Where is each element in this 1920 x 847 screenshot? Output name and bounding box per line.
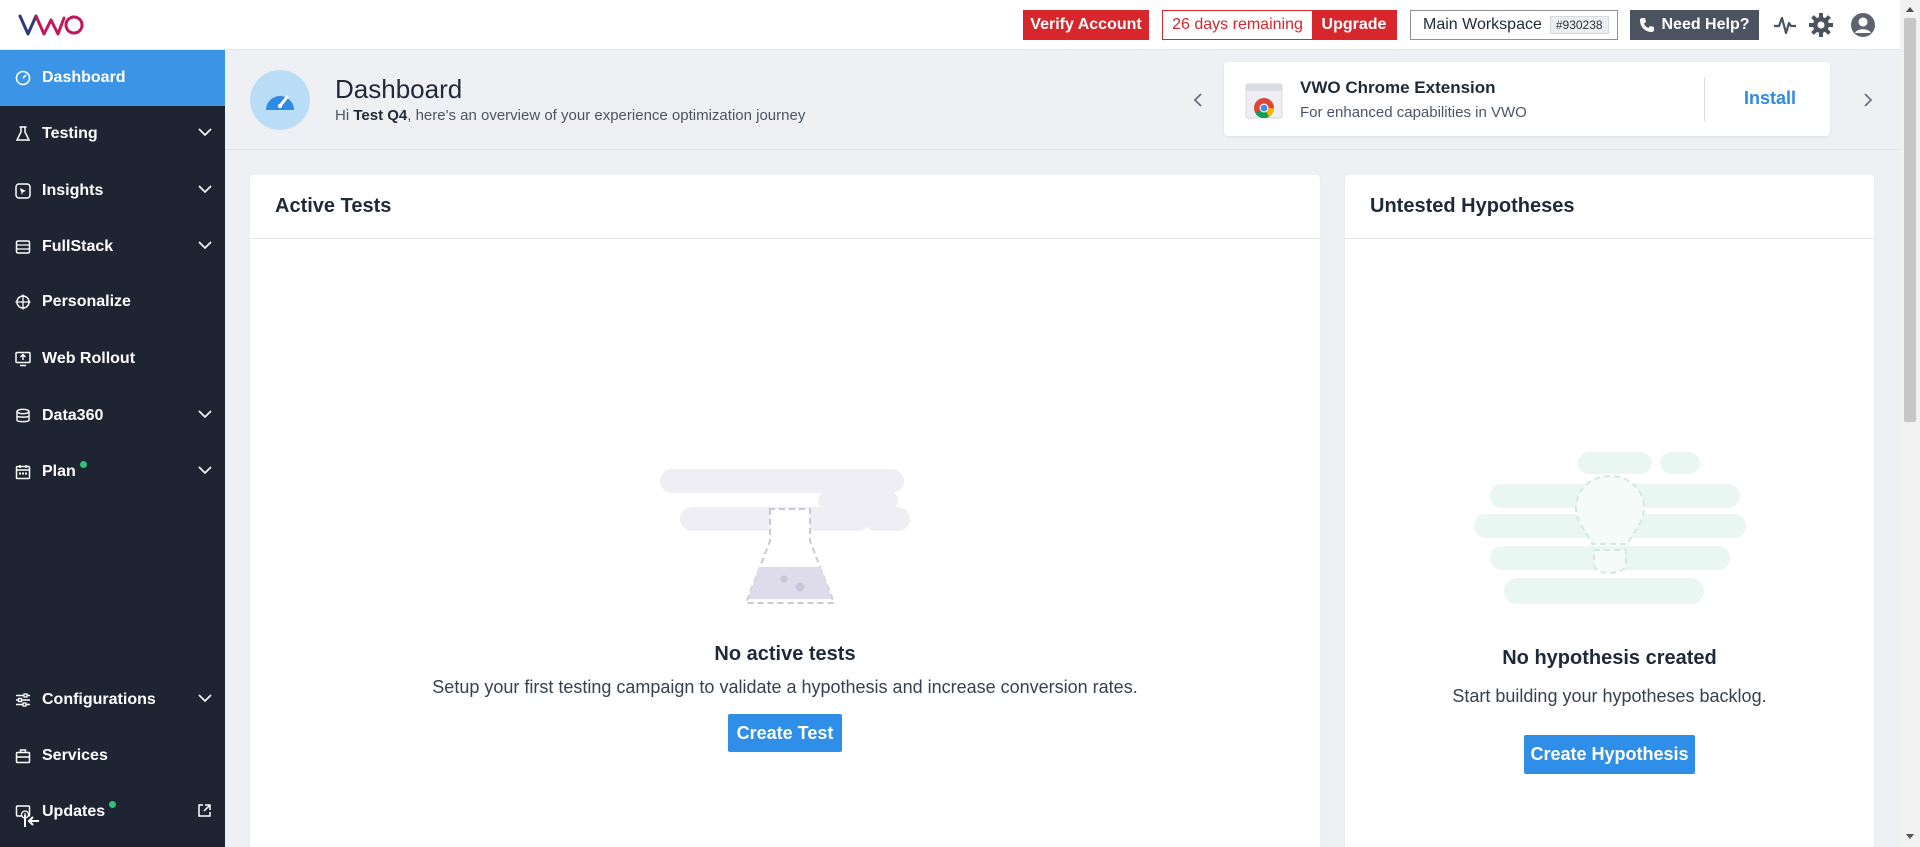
verify-account-button[interactable]: Verify Account: [1023, 10, 1149, 40]
need-help-label: Need Help?: [1661, 16, 1750, 33]
cursor-click-icon: [14, 182, 32, 200]
workspace-name: Main Workspace: [1423, 16, 1542, 33]
page-scrollbar[interactable]: [1900, 0, 1920, 847]
workspace-switcher[interactable]: Main Workspace #930238: [1410, 10, 1618, 40]
sidebar-item-configurations[interactable]: Configurations: [0, 672, 225, 728]
sidebar-item-label: Web Rollout: [42, 350, 136, 367]
install-extension-button[interactable]: Install: [1744, 88, 1796, 109]
trial-banner: 26 days remaining Upgrade: [1162, 10, 1397, 40]
lightbulb-illustration-icon: [1474, 452, 1746, 604]
chevron-down-icon: [198, 466, 212, 475]
sidebar-item-label: Plan: [42, 463, 76, 480]
chevron-down-icon: [198, 410, 212, 419]
trial-days-remaining: 26 days remaining: [1172, 16, 1303, 33]
active-tests-heading: Active Tests: [250, 175, 1320, 239]
sidebar-item-label: Updates: [42, 803, 106, 820]
user-name: Test Q4: [353, 107, 408, 124]
promo-divider: [1704, 77, 1705, 121]
sidebar-item-services[interactable]: Services: [0, 728, 225, 784]
no-active-tests-title: No active tests: [714, 643, 856, 665]
sidebar-item-dashboard[interactable]: Dashboard: [0, 50, 225, 106]
create-test-button[interactable]: Create Test: [728, 714, 842, 752]
target-icon: [14, 293, 32, 311]
create-hypothesis-button[interactable]: Create Hypothesis: [1524, 735, 1695, 774]
flask-icon: [14, 125, 32, 143]
sidebar-item-fullstack[interactable]: FullStack: [0, 219, 225, 275]
sidebar-item-label: Data360: [42, 407, 104, 424]
calendar-icon: [14, 463, 32, 481]
sidebar-item-web-rollout[interactable]: Web Rollout: [0, 331, 225, 387]
carousel-next-icon[interactable]: [1858, 90, 1878, 110]
sidebar-item-label: Insights: [42, 182, 104, 199]
sidebar-item-label: Testing: [42, 125, 98, 142]
sidebar-item-personalize[interactable]: Personalize: [0, 274, 225, 330]
page-header: Dashboard Hi Test Q4, here's an overview…: [225, 50, 1900, 150]
no-hypothesis-description: Start building your hypotheses backlog.: [1452, 686, 1767, 706]
page-title: Dashboard: [335, 74, 463, 104]
scrollbar-thumb[interactable]: [1904, 18, 1916, 422]
sidebar-item-testing[interactable]: Testing: [0, 106, 225, 162]
promo-title: VWO Chrome Extension: [1300, 78, 1496, 97]
new-indicator-dot: [79, 460, 87, 468]
activity-icon[interactable]: [1772, 12, 1798, 38]
phone-icon: [1640, 18, 1655, 32]
scroll-down-icon[interactable]: [1905, 832, 1915, 842]
no-active-tests-description: Setup your first testing campaign to val…: [432, 677, 1138, 697]
page-subtitle: Hi Test Q4, here's an overview of your e…: [335, 107, 806, 124]
sidebar-item-label: Configurations: [42, 691, 156, 708]
sidebar-item-label: Dashboard: [42, 69, 126, 86]
briefcase-icon: [14, 747, 32, 765]
external-link-icon[interactable]: [197, 803, 212, 818]
sidebar-item-label: Services: [42, 747, 108, 764]
sidebar: Dashboard Testing Insights FullStack Per…: [0, 50, 225, 847]
vwo-logo[interactable]: [18, 12, 84, 38]
sidebar-item-data360[interactable]: Data360: [0, 388, 225, 444]
scroll-up-icon[interactable]: [1905, 4, 1915, 14]
top-bar: Verify Account 26 days remaining Upgrade…: [0, 0, 1900, 50]
collapse-left-icon[interactable]: [22, 811, 42, 831]
database-icon: [14, 407, 32, 425]
monitor-upload-icon: [14, 350, 32, 368]
server-icon: [14, 238, 32, 256]
sidebar-item-insights[interactable]: Insights: [0, 163, 225, 219]
new-indicator-dot: [109, 800, 117, 808]
chrome-extension-promo: VWO Chrome Extension For enhanced capabi…: [1224, 62, 1830, 136]
speedometer-icon: [14, 69, 32, 87]
promo-subtitle: For enhanced capabilities in VWO: [1300, 104, 1527, 121]
no-hypothesis-title: No hypothesis created: [1502, 647, 1717, 669]
untested-hypotheses-heading: Untested Hypotheses: [1345, 175, 1874, 239]
dashboard-badge-icon: [250, 70, 310, 130]
gear-icon[interactable]: [1808, 12, 1834, 38]
sidebar-item-label: FullStack: [42, 238, 114, 255]
untested-hypotheses-card: Untested Hypotheses No hypothesis create…: [1345, 175, 1874, 847]
sidebar-item-plan[interactable]: Plan: [0, 444, 225, 500]
chrome-extension-icon: [1242, 78, 1286, 122]
carousel-prev-icon[interactable]: [1188, 90, 1208, 110]
sidebar-item-label: Personalize: [42, 293, 131, 310]
upgrade-button[interactable]: Upgrade: [1312, 11, 1396, 39]
user-avatar-icon[interactable]: [1850, 12, 1876, 38]
chevron-down-icon: [198, 185, 212, 194]
chevron-down-icon: [198, 128, 212, 137]
need-help-button[interactable]: Need Help?: [1630, 10, 1759, 40]
flask-illustration-icon: [660, 469, 910, 604]
chevron-down-icon: [198, 694, 212, 703]
sliders-icon: [14, 691, 32, 709]
chevron-down-icon: [198, 241, 212, 250]
workspace-id-badge: #930238: [1549, 16, 1609, 34]
active-tests-card: Active Tests No active tests Setup your …: [250, 175, 1320, 847]
